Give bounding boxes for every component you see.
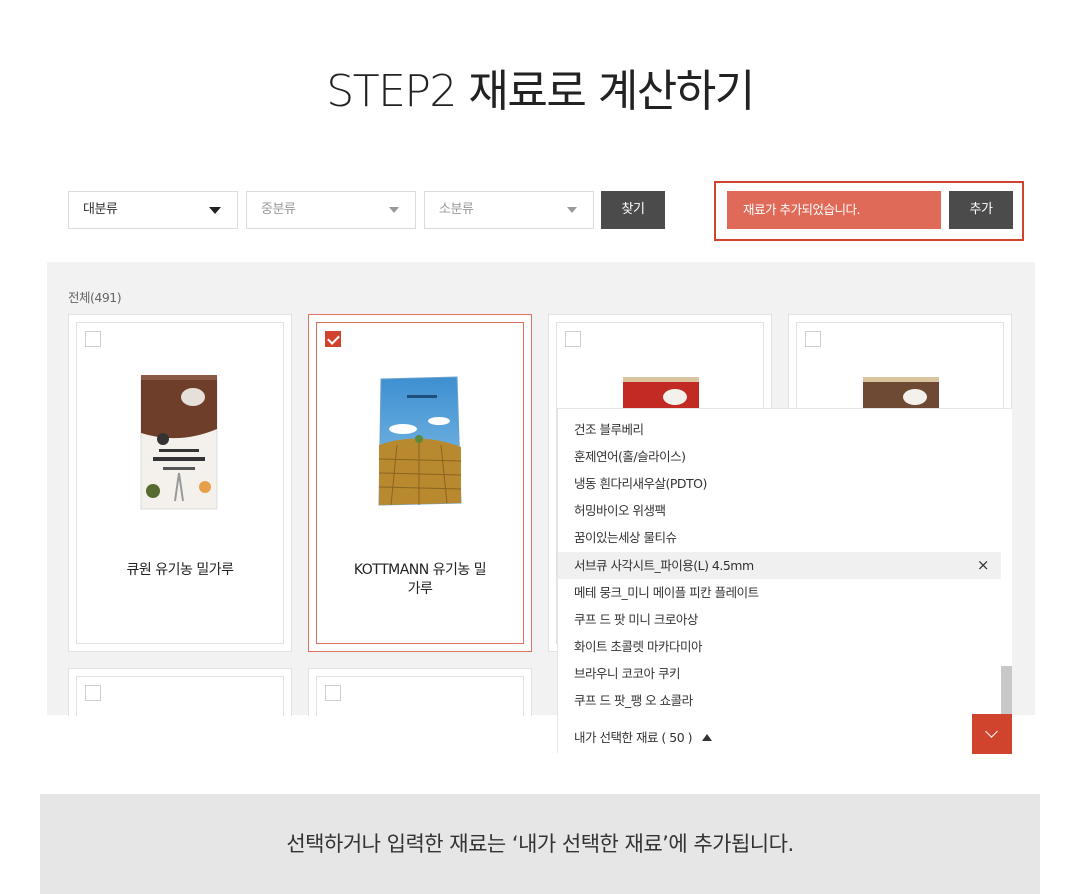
dropdown-scrollbar[interactable] (1001, 666, 1012, 719)
add-button[interactable]: 추가 (949, 191, 1013, 229)
product-checkbox[interactable] (85, 331, 101, 347)
my-selected-ingredients-toggle[interactable]: 내가 선택한 재료 ( 50 ) (574, 727, 713, 746)
flour-bag-image (378, 376, 462, 506)
list-item[interactable]: 허밍바이오 위생팩 (558, 497, 1001, 524)
checked-checkbox-icon[interactable] (325, 331, 341, 347)
my-selected-ingredients-label: 내가 선택한 재료 ( 50 ) (574, 730, 693, 745)
list-item[interactable]: 화이트 초콜렛 마카다미아 (558, 633, 1001, 660)
page-title: STEP2 재료로 계산하기 (326, 66, 755, 117)
list-item[interactable]: 쿠프 드 팟_팽 오 쇼콜라 (558, 687, 1001, 714)
major-category-value: 대분류 (83, 202, 118, 217)
info-banner-text: 선택하거나 입력한 재료는 ‘내가 선택한 재료’에 추가됩니다. (286, 832, 794, 856)
added-message: 재료가 추가되었습니다. (727, 191, 941, 229)
list-item-label: 서브큐 사각시트_파이용(L) 4.5mm (574, 558, 754, 573)
info-banner: 선택하거나 입력한 재료는 ‘내가 선택한 재료’에 추가됩니다. (40, 794, 1040, 894)
product-name: 큐원 유기농 밀가루 (126, 562, 234, 578)
list-item-hovered[interactable]: 서브큐 사각시트_파이용(L) 4.5mm × (558, 552, 1001, 579)
list-item[interactable]: 건조 블루베리 (558, 416, 1001, 443)
major-category-select[interactable]: 대분류 (68, 191, 238, 229)
total-count: 전체(491) (68, 290, 122, 305)
list-item[interactable]: 훈제연어(홀/슬라이스) (558, 443, 1001, 470)
product-name: KOTTMANN 유기농 밀가루 (353, 562, 487, 597)
caret-up-icon (702, 734, 713, 741)
search-button[interactable]: 찾기 (601, 191, 665, 229)
list-item[interactable]: 꿈이있는세상 물티슈 (558, 524, 1001, 551)
remove-icon[interactable]: × (977, 552, 990, 579)
selected-ingredients-dropdown[interactable]: 건조 블루베리 훈제연어(홀/슬라이스) 냉동 흰다리새우살(PDTO) 허밍바… (557, 408, 1012, 753)
middle-category-select[interactable]: 중분류 (246, 191, 416, 229)
middle-category-value: 중분류 (261, 202, 296, 217)
product-card[interactable]: KOTTMANN 유기농 밀가루 (308, 314, 532, 652)
list-item[interactable]: 쿠프 드 팟 미니 크로아상 (558, 606, 1001, 633)
product-checkbox[interactable] (805, 331, 821, 347)
chevron-down-icon[interactable] (972, 714, 1012, 754)
minor-category-select[interactable]: 소분류 (424, 191, 594, 229)
product-card[interactable]: 큐원 유기농 밀가루 (68, 314, 292, 652)
caret-down-icon (389, 207, 399, 213)
list-item[interactable]: 메테 뭉크_미니 메이플 피칸 플레이트 (558, 579, 1001, 606)
list-item[interactable]: 브라우니 코코아 쿠키 (558, 660, 1001, 687)
list-item[interactable]: 냉동 흰다리새우살(PDTO) (558, 470, 1001, 497)
product-checkbox[interactable] (85, 685, 101, 701)
caret-down-icon (209, 207, 221, 214)
product-checkbox[interactable] (565, 331, 581, 347)
flour-bag-image (140, 375, 218, 510)
minor-category-value: 소분류 (439, 202, 474, 217)
caret-down-icon (567, 207, 577, 213)
product-checkbox[interactable] (325, 685, 341, 701)
